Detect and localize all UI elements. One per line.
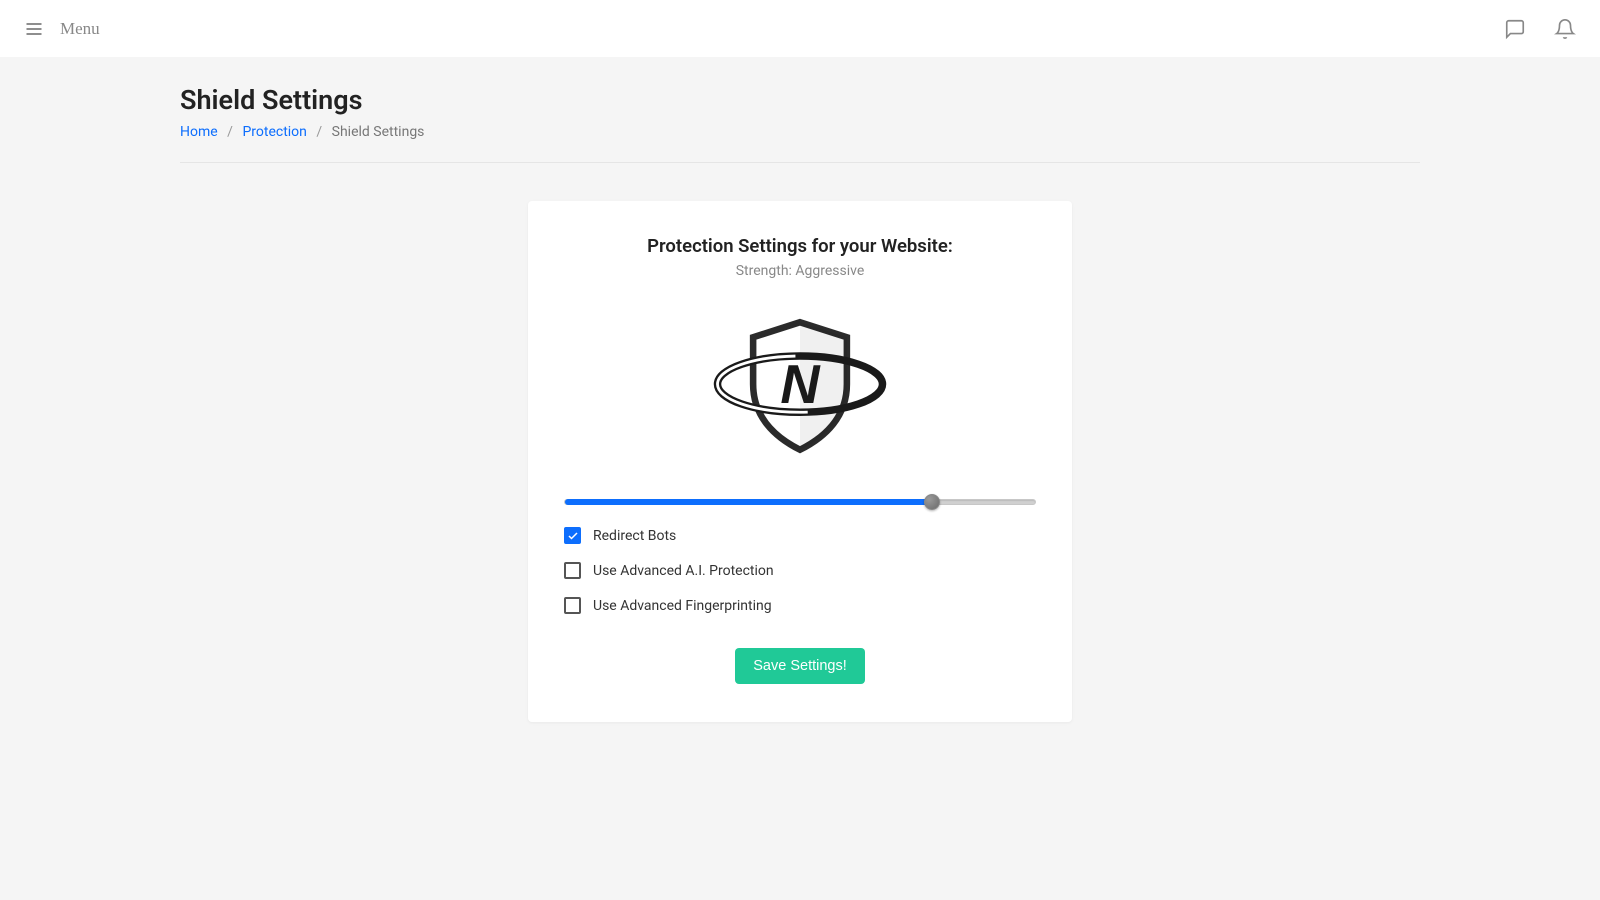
- breadcrumb-protection[interactable]: Protection: [242, 124, 306, 140]
- card-subtitle: Strength: Aggressive: [564, 263, 1036, 279]
- save-button[interactable]: Save Settings!: [735, 648, 865, 684]
- settings-card: Protection Settings for your Website: St…: [528, 201, 1072, 722]
- breadcrumb-separator: /: [316, 124, 322, 140]
- slider-handle[interactable]: [924, 494, 940, 510]
- checkbox-label: Use Advanced A.I. Protection: [593, 563, 774, 579]
- checkbox[interactable]: [564, 562, 581, 579]
- topbar: Menu: [0, 0, 1600, 58]
- page-title: Shield Settings: [180, 84, 1420, 116]
- breadcrumb-separator: /: [227, 124, 233, 140]
- checkbox[interactable]: [564, 527, 581, 544]
- checkbox-label: Redirect Bots: [593, 528, 676, 544]
- chat-icon[interactable]: [1504, 18, 1526, 40]
- check-row: Use Advanced A.I. Protection: [564, 562, 1036, 579]
- bell-icon[interactable]: [1554, 18, 1576, 40]
- breadcrumb-current: Shield Settings: [332, 124, 425, 140]
- hamburger-icon[interactable]: [24, 19, 44, 39]
- menu-label[interactable]: Menu: [60, 19, 100, 39]
- breadcrumb-home[interactable]: Home: [180, 124, 218, 140]
- shield-logo: N: [564, 311, 1036, 465]
- breadcrumb: Home / Protection / Shield Settings: [180, 124, 1420, 140]
- card-title: Protection Settings for your Website:: [564, 235, 1036, 257]
- checkbox[interactable]: [564, 597, 581, 614]
- check-row: Redirect Bots: [564, 527, 1036, 544]
- strength-slider[interactable]: [564, 499, 1036, 505]
- svg-text:N: N: [780, 354, 821, 415]
- checkbox-label: Use Advanced Fingerprinting: [593, 598, 772, 614]
- check-row: Use Advanced Fingerprinting: [564, 597, 1036, 614]
- divider: [180, 162, 1420, 163]
